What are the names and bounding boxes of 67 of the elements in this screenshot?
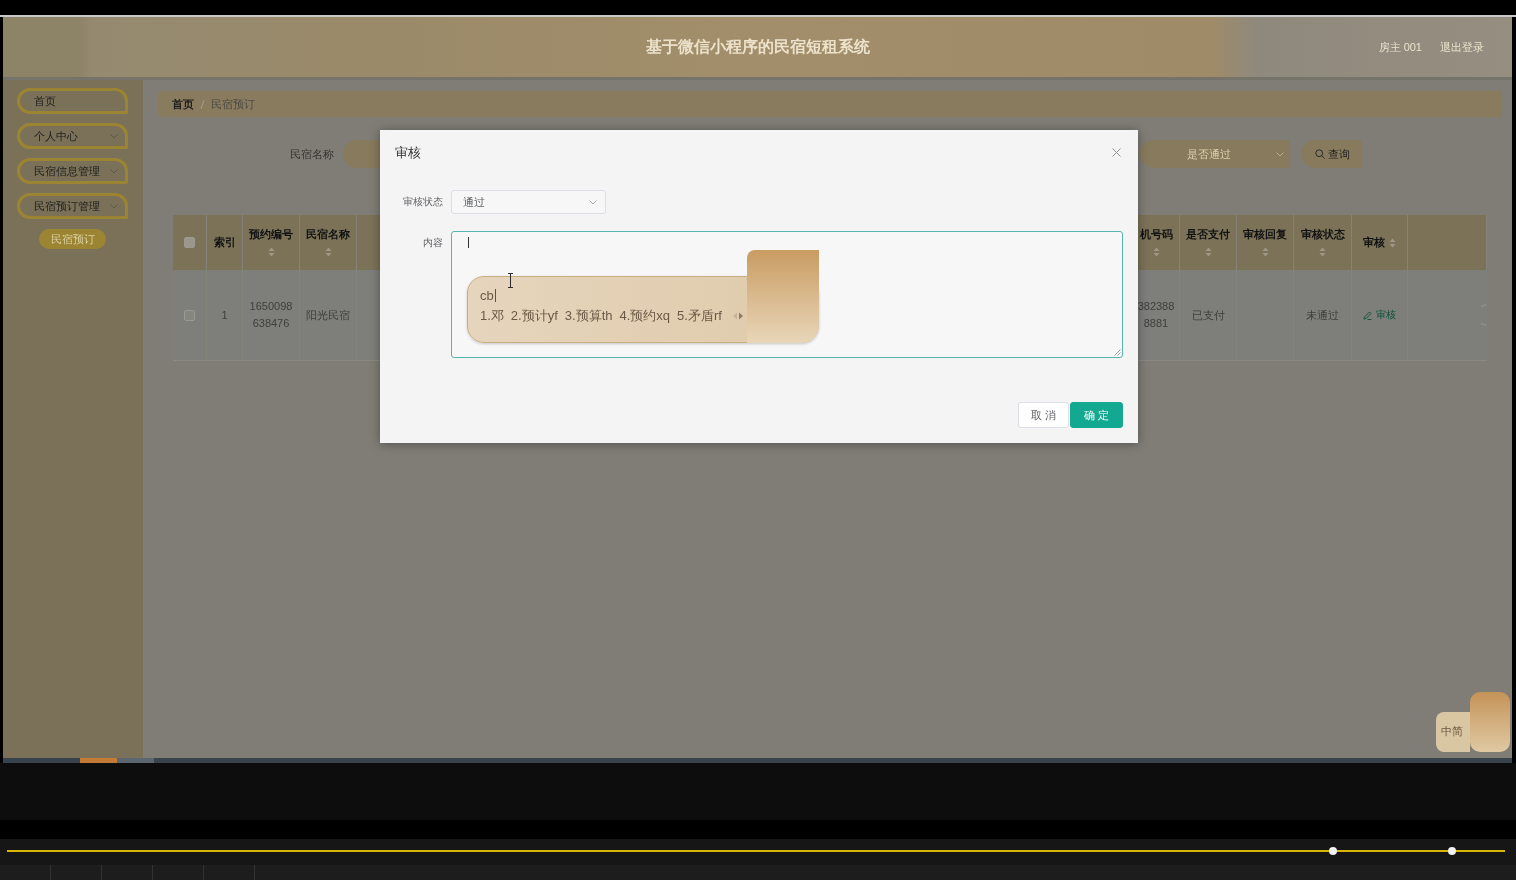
marker-icon[interactable] (1448, 847, 1456, 855)
edit-icon (1363, 310, 1372, 320)
column-header: 索引 (213, 236, 236, 249)
column-header: 审核 (1363, 236, 1385, 249)
column-header: 机号码 (1139, 228, 1173, 241)
chevron-down-icon (110, 203, 118, 209)
checkbox[interactable] (184, 237, 195, 248)
ime-mode-label: 中简 (1441, 725, 1463, 737)
sort-icon[interactable] (267, 247, 275, 257)
breadcrumb-link[interactable]: 首页 (172, 96, 194, 112)
text-cursor-icon (507, 273, 514, 288)
page-arrows-icon[interactable] (731, 311, 744, 320)
app-title: 基于微信小程序的民宿短租系统 (645, 36, 870, 57)
text-caret (494, 289, 496, 302)
search-button[interactable]: 查询 (1301, 140, 1362, 168)
user-name: 房主 001 (1378, 39, 1422, 55)
field-label: 审核状态 (402, 195, 444, 209)
status-select[interactable]: 是否通过 (1140, 140, 1290, 168)
sort-icon[interactable] (1152, 247, 1160, 257)
ime-candidate[interactable]: 4.预约xq (619, 307, 671, 324)
checkbox[interactable] (184, 309, 195, 321)
chevron-down-icon (110, 133, 118, 139)
ime-composition: cb (480, 287, 494, 304)
table-cell-text: 已支付 (1191, 307, 1225, 323)
submenu-item[interactable]: 民宿预订 (39, 229, 106, 249)
sort-icon[interactable] (1389, 237, 1396, 248)
column-header: 审核状态 (1300, 228, 1345, 241)
menu-item[interactable]: 首页 (17, 88, 128, 114)
close-icon[interactable] (1112, 148, 1121, 157)
logout-link[interactable]: 退出登录 (1440, 39, 1484, 55)
column-header: 民宿名称 (306, 228, 350, 241)
cancel-button[interactable]: 取消 (1018, 402, 1069, 428)
chevron-down-icon (110, 168, 118, 174)
sort-icon[interactable] (1319, 247, 1326, 257)
search-icon (1315, 149, 1325, 159)
dialog-title: 审核 (395, 143, 421, 162)
sort-icon[interactable] (324, 247, 332, 257)
chevron-down-icon (1276, 151, 1284, 157)
menu-item[interactable]: 个人中心 (17, 123, 128, 149)
ime-candidate[interactable]: 3.预算th (564, 307, 613, 324)
resize-handle-icon[interactable] (1114, 349, 1121, 356)
sort-icon[interactable] (1204, 247, 1212, 257)
menu-item[interactable]: 民宿信息管理 (17, 158, 128, 184)
confirm-button[interactable]: 确定 (1070, 402, 1123, 428)
chevron-down-icon (589, 199, 597, 205)
taskbar-item[interactable] (80, 758, 117, 763)
table-cell-text: 1 (221, 307, 228, 323)
table-cell-text: 1650098638476 (248, 299, 294, 331)
review-link[interactable]: 审核 (1363, 308, 1396, 322)
marker-icon[interactable] (1329, 847, 1337, 855)
photo-placeholder (1470, 692, 1510, 752)
sort-icon[interactable] (1261, 247, 1269, 257)
text-caret (468, 237, 469, 248)
field-label: 内容 (422, 236, 444, 250)
ime-candidate[interactable]: 1.邓 (480, 307, 504, 324)
table-cell-text: 3823888881 (1137, 299, 1175, 331)
taskbar-item[interactable] (117, 758, 154, 763)
field-label: 民宿名称 (290, 146, 334, 162)
ime-candidate[interactable]: 2.预计yf (510, 307, 558, 324)
menu-item[interactable]: 民宿预订管理 (17, 193, 128, 219)
column-header: 是否支付 (1186, 228, 1230, 241)
column-header: 预约编号 (249, 228, 293, 241)
column-header: 审核回复 (1243, 228, 1287, 241)
timeline-track[interactable] (0, 839, 1516, 865)
ime-candidate[interactable]: 5.矛盾rf (677, 307, 722, 324)
ime-toolbar[interactable]: 中简 (1436, 712, 1470, 752)
status-select[interactable]: 通过 (451, 190, 606, 214)
